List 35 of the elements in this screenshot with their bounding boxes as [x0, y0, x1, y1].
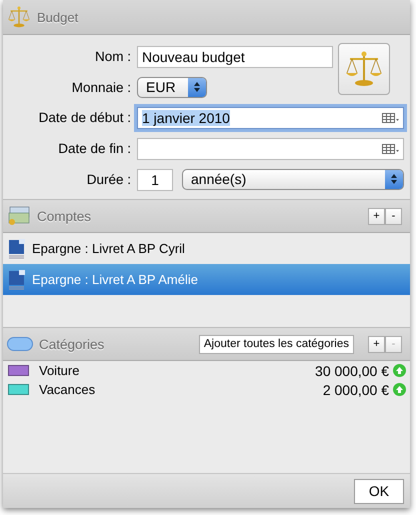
pill-icon	[7, 337, 33, 351]
category-name: Vacances	[39, 382, 96, 397]
category-name: Voiture	[39, 363, 80, 378]
bank-icon	[9, 238, 26, 258]
unit-popup[interactable]: année(s)	[182, 168, 404, 190]
section-title: Comptes	[37, 208, 92, 224]
amount: 30 000,00 €	[315, 362, 389, 378]
add-button[interactable]: +	[368, 336, 385, 352]
stepper-arrows-icon[interactable]	[194, 81, 200, 93]
bank-icon	[9, 270, 26, 290]
field-label: Monnaie :	[70, 80, 131, 94]
calendar-icon[interactable]	[382, 144, 399, 154]
remove-button[interactable]: -	[385, 208, 402, 224]
section-title: Catégories	[39, 336, 106, 352]
ok-button[interactable]: OK	[354, 478, 404, 504]
currency-popup[interactable]: EUR	[137, 76, 207, 98]
amount: 2 000,00 €	[322, 382, 389, 398]
account-label: Epargne : Livret A BP Amélie	[32, 272, 198, 287]
date-field[interactable]	[137, 138, 404, 160]
add-all-button[interactable]: Ajouter toutes les catégories	[198, 334, 354, 354]
field-label: Nom :	[94, 49, 131, 64]
account-label: Epargne : Livret A BP Cyril	[32, 241, 185, 256]
scales-icon	[7, 5, 31, 29]
scales-icon	[344, 49, 384, 89]
banknotes-icon	[7, 206, 31, 226]
number-field[interactable]: 1	[137, 168, 173, 190]
field-label: Date de début :	[38, 110, 131, 125]
field-label: Date de fin :	[57, 141, 131, 156]
add-button[interactable]: +	[368, 208, 385, 224]
text-field[interactable]: Nouveau budget	[137, 46, 333, 68]
stepper-arrows-icon[interactable]	[391, 173, 397, 185]
calendar-icon[interactable]	[382, 112, 399, 122]
account-row[interactable]: Epargne : Livret A BP Cyril	[3, 233, 410, 264]
field-label: Durée :	[86, 172, 131, 187]
window-title: Budget	[37, 10, 78, 24]
